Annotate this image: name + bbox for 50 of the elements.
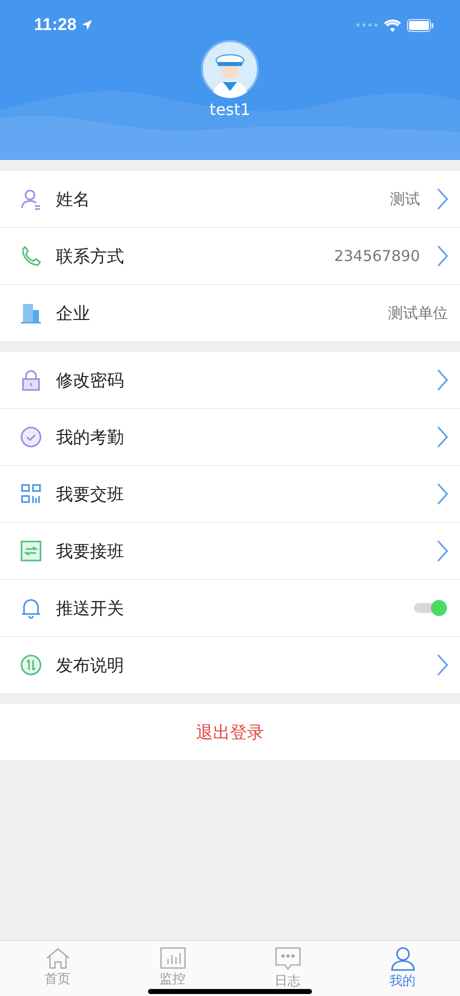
chevron-right-icon [436, 426, 448, 448]
chat-bubble-icon [274, 947, 300, 971]
settings-row[interactable]: 发布说明 [0, 636, 460, 693]
username: test1 [210, 100, 250, 119]
wifi-icon [384, 18, 401, 32]
avatar [201, 40, 259, 98]
chevron-right-icon [436, 369, 448, 391]
location-arrow-icon [80, 19, 93, 31]
row-label: 姓名 [56, 188, 91, 210]
row-label: 我要交班 [56, 484, 125, 506]
row-label: 我的考勤 [56, 426, 125, 448]
row-value: 234567890 [334, 247, 420, 265]
sort-circle-icon [20, 654, 42, 676]
settings-row[interactable]: 姓名 测试 [0, 171, 460, 227]
home-icon [44, 947, 70, 969]
row-label: 发布说明 [56, 654, 125, 676]
chevron-right-icon [436, 654, 448, 676]
settings-row[interactable]: 修改密码 [0, 352, 460, 408]
toggle-switch[interactable] [414, 603, 444, 613]
chevron-right-icon [436, 483, 448, 505]
row-label: 我要接班 [56, 540, 125, 562]
bar-chart-icon [160, 947, 186, 969]
settings-row[interactable]: 我的考勤 [0, 408, 460, 465]
battery-icon [407, 18, 434, 32]
phone-icon [20, 245, 42, 267]
settings-row[interactable]: 联系方式 234567890 [0, 227, 460, 284]
qr-code-icon [20, 483, 42, 505]
lock-icon [20, 369, 42, 391]
chevron-right-icon [436, 245, 448, 267]
signal-icon [356, 23, 378, 27]
settings-row[interactable]: 推送开关 [0, 579, 460, 636]
chevron-right-icon [436, 188, 448, 210]
row-label: 推送开关 [56, 598, 125, 620]
person-icon [390, 947, 416, 971]
row-label: 联系方式 [56, 246, 125, 268]
bell-icon [20, 597, 42, 619]
logout-button[interactable]: 退出登录 [0, 704, 460, 760]
row-label: 修改密码 [56, 370, 125, 392]
row-value: 测试 [390, 190, 420, 208]
tab-bar-item[interactable]: 我的 [345, 941, 460, 996]
settings-row[interactable]: 我要接班 [0, 522, 460, 579]
row-value: 测试单位 [388, 304, 448, 322]
swap-icon [20, 540, 42, 562]
person-icon [20, 188, 42, 210]
settings-row[interactable]: 我要交班 [0, 465, 460, 522]
row-label: 企业 [56, 302, 91, 324]
building-icon [20, 302, 42, 324]
chevron-right-icon [436, 540, 448, 562]
check-circle-icon [20, 426, 42, 448]
status-time: 11:28 [34, 15, 77, 35]
